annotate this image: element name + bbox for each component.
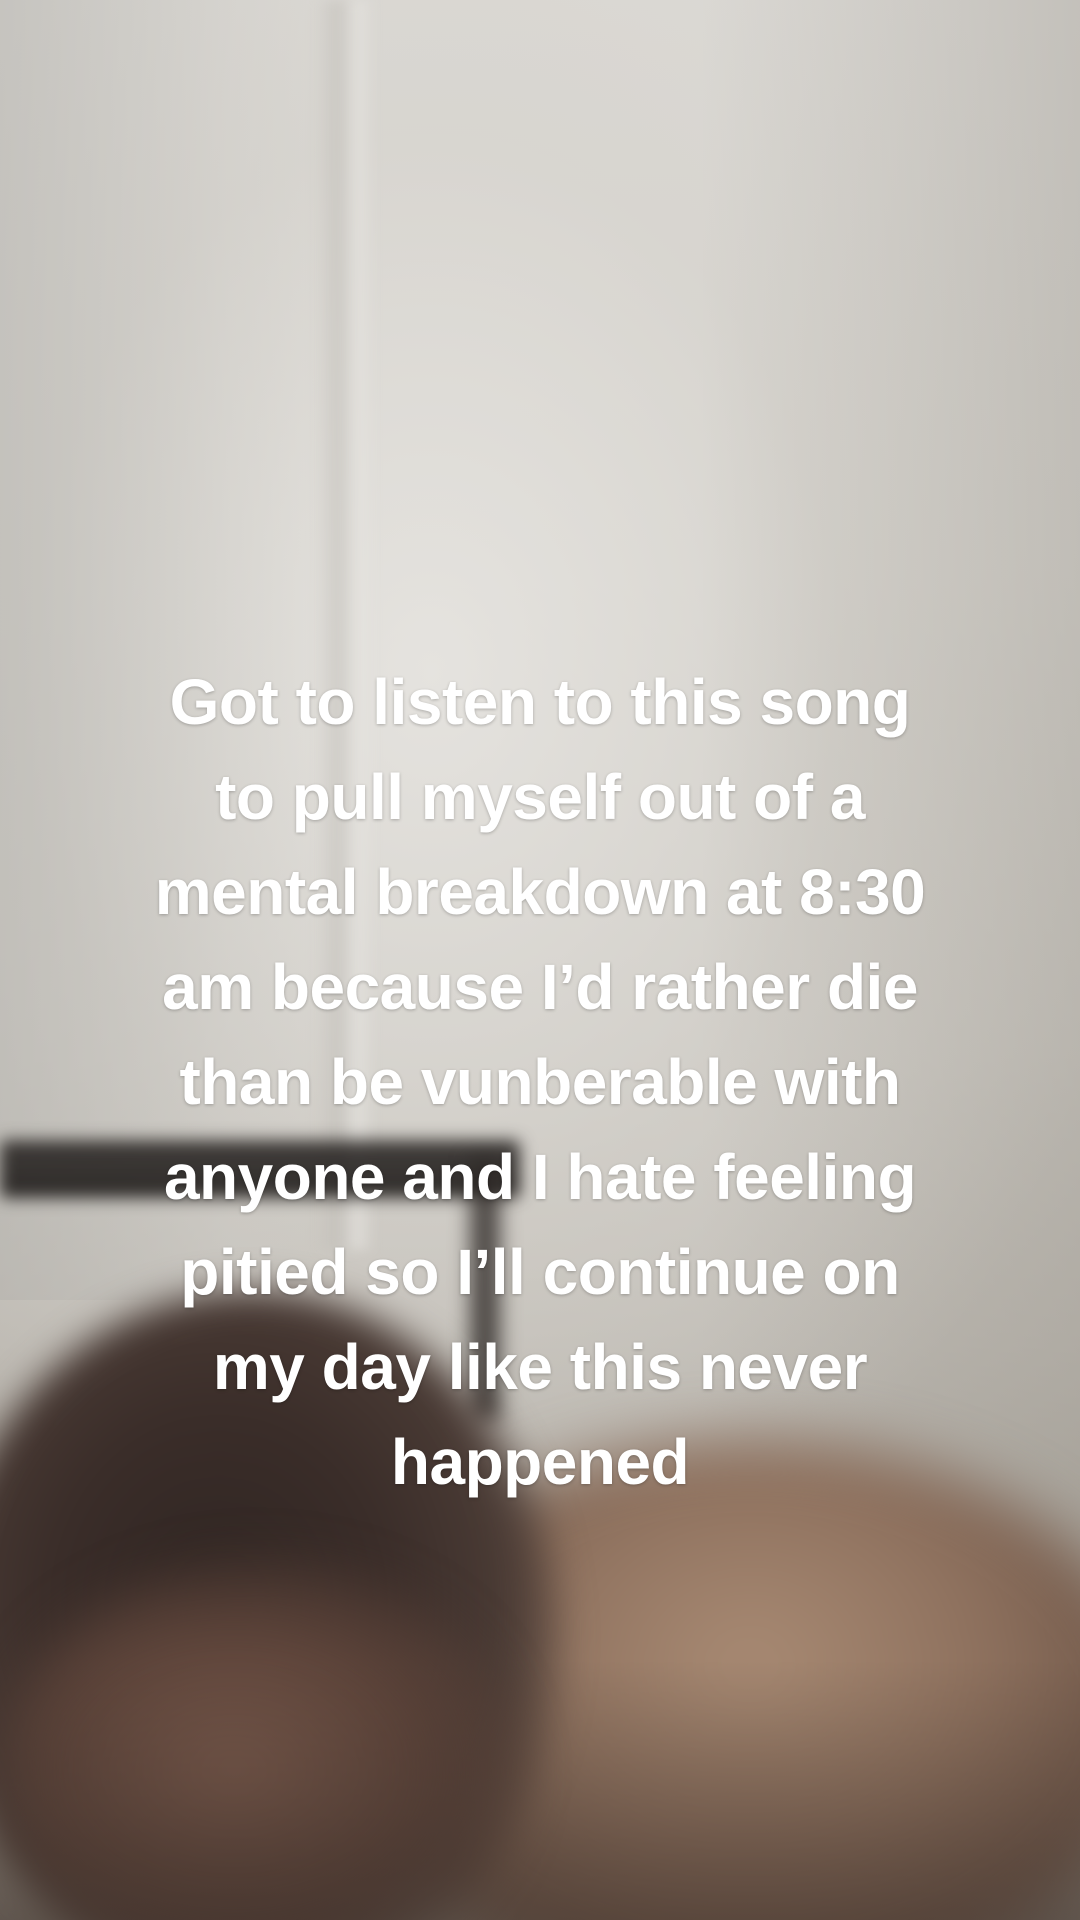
caption-line: Got to listen to this song xyxy=(169,666,911,738)
caption-text: Got to listen to this song to pull mysel… xyxy=(60,655,1020,1510)
video-frame: Got to listen to this song to pull mysel… xyxy=(0,0,1080,1920)
caption-line: my day like this never xyxy=(212,1331,868,1403)
bottom-vignette xyxy=(0,1660,1080,1920)
caption-line: happened xyxy=(390,1426,690,1498)
caption-line: mental breakdown at 8:30 xyxy=(154,856,926,928)
caption-line: to pull myself out of a xyxy=(215,761,865,833)
caption-line: anyone and I hate feeling xyxy=(163,1141,917,1213)
caption-line: am because I’d rather die xyxy=(162,951,918,1023)
caption-line: pitied so I’ll continue on xyxy=(180,1236,900,1308)
caption-line: than be vunberable with xyxy=(179,1046,901,1118)
